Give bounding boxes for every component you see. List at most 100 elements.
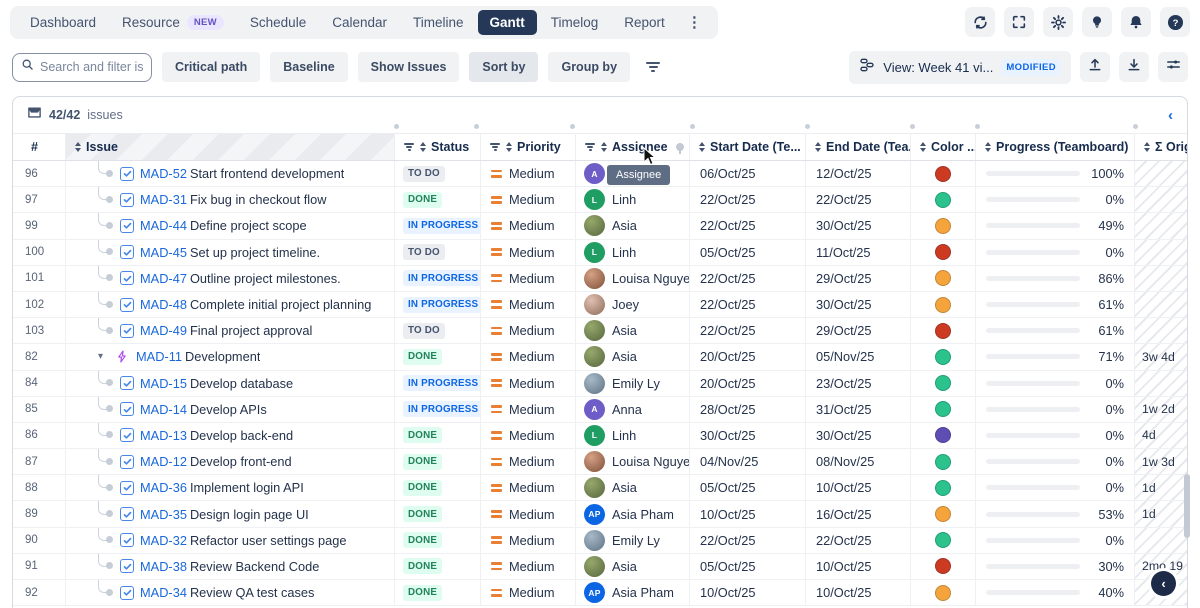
assignee-cell[interactable]: Emily Ly: [576, 371, 690, 396]
start-date-cell[interactable]: 06/Oct/25: [690, 161, 806, 186]
table-row[interactable]: 86MAD-13Develop back-endDONEMediumLLinh3…: [13, 423, 1187, 449]
issue-key-link[interactable]: MAD-15: [140, 376, 187, 391]
column-resize-handle[interactable]: [1133, 124, 1138, 129]
table-row[interactable]: 89MAD-35Design login page UIDONEMediumAP…: [13, 501, 1187, 527]
start-date-cell[interactable]: 22/Oct/25: [690, 292, 806, 317]
table-row[interactable]: 97MAD-31Fix bug in checkout flowDONEMedi…: [13, 187, 1187, 213]
color-cell[interactable]: [911, 449, 976, 474]
status-cell[interactable]: IN PROGRESS: [395, 292, 481, 317]
column-header-original-estimate[interactable]: Σ Origin: [1135, 134, 1187, 160]
color-cell[interactable]: [911, 501, 976, 526]
help-button[interactable]: ?: [1160, 7, 1190, 37]
start-date-cell[interactable]: 22/Oct/25: [690, 213, 806, 238]
status-cell[interactable]: DONE: [395, 528, 481, 553]
tab-resource[interactable]: ResourceNEW: [110, 10, 236, 35]
table-row[interactable]: 103MAD-49Final project approvalTO DOMedi…: [13, 318, 1187, 344]
end-date-cell[interactable]: 22/Oct/25: [806, 528, 911, 553]
show-issues-button[interactable]: Show Issues: [358, 52, 460, 82]
collapse-grid-button[interactable]: ‹: [1151, 571, 1176, 596]
status-cell[interactable]: DONE: [395, 187, 481, 212]
table-row[interactable]: 85MAD-14Develop APIsIN PROGRESSMediumAAn…: [13, 397, 1187, 423]
priority-cell[interactable]: Medium: [481, 554, 576, 579]
tab-calendar[interactable]: Calendar: [320, 10, 399, 35]
status-cell[interactable]: DONE: [395, 344, 481, 369]
start-date-cell[interactable]: 05/Oct/25: [690, 240, 806, 265]
assignee-cell[interactable]: Asia: [576, 213, 690, 238]
status-cell[interactable]: TO DO: [395, 161, 481, 186]
status-cell[interactable]: IN PROGRESS: [395, 213, 481, 238]
priority-cell[interactable]: Medium: [481, 161, 576, 186]
end-date-cell[interactable]: 10/Oct/25: [806, 554, 911, 579]
priority-cell[interactable]: Medium: [481, 449, 576, 474]
priority-cell[interactable]: Medium: [481, 266, 576, 291]
color-cell[interactable]: [911, 397, 976, 422]
column-header-start-date[interactable]: Start Date (Te...: [690, 134, 806, 160]
issue-cell[interactable]: MAD-32Refactor user settings page: [66, 528, 395, 553]
column-header-priority[interactable]: Priority: [481, 134, 576, 160]
fullscreen-button[interactable]: [1004, 7, 1034, 37]
priority-cell[interactable]: Medium: [481, 501, 576, 526]
status-cell[interactable]: DONE: [395, 554, 481, 579]
color-cell[interactable]: [911, 371, 976, 396]
progress-cell[interactable]: 61%: [976, 318, 1135, 343]
priority-cell[interactable]: Medium: [481, 292, 576, 317]
import-button[interactable]: [1119, 52, 1149, 82]
issue-key-link[interactable]: MAD-14: [140, 402, 187, 417]
sync-button[interactable]: [965, 7, 995, 37]
end-date-cell[interactable]: 12/Oct/25: [806, 161, 911, 186]
column-header-issue[interactable]: Issue: [66, 134, 395, 160]
overflow-menu-icon[interactable]: ⋮: [679, 11, 710, 33]
start-date-cell[interactable]: 20/Oct/25: [690, 344, 806, 369]
start-date-cell[interactable]: 05/Oct/25: [690, 475, 806, 500]
start-date-cell[interactable]: 22/Oct/25: [690, 528, 806, 553]
critical-path-button[interactable]: Critical path: [162, 52, 260, 82]
end-date-cell[interactable]: 29/Oct/25: [806, 318, 911, 343]
table-row[interactable]: 92MAD-34Review QA test casesDONEMediumAP…: [13, 580, 1187, 606]
search-box[interactable]: [12, 53, 152, 82]
status-cell[interactable]: DONE: [395, 449, 481, 474]
issue-key-link[interactable]: MAD-48: [140, 297, 187, 312]
tab-report[interactable]: Report: [612, 10, 677, 35]
issue-cell[interactable]: MAD-38Review Backend Code: [66, 554, 395, 579]
end-date-cell[interactable]: 11/Oct/25: [806, 240, 911, 265]
end-date-cell[interactable]: 22/Oct/25: [806, 187, 911, 212]
color-cell[interactable]: [911, 344, 976, 369]
table-row[interactable]: 91MAD-38Review Backend CodeDONEMediumAsi…: [13, 554, 1187, 580]
color-cell[interactable]: [911, 187, 976, 212]
end-date-cell[interactable]: 30/Oct/25: [806, 292, 911, 317]
assignee-cell[interactable]: Joey: [576, 292, 690, 317]
end-date-cell[interactable]: 10/Oct/25: [806, 475, 911, 500]
progress-cell[interactable]: 0%: [976, 475, 1135, 500]
table-row[interactable]: 87MAD-12Develop front-endDONEMediumLouis…: [13, 449, 1187, 475]
column-header-color[interactable]: Color ...: [911, 134, 976, 160]
column-resize-handle[interactable]: [910, 124, 915, 129]
table-row[interactable]: 88MAD-36Implement login APIDONEMediumAsi…: [13, 475, 1187, 501]
priority-cell[interactable]: Medium: [481, 397, 576, 422]
progress-cell[interactable]: 0%: [976, 528, 1135, 553]
hints-button[interactable]: [1082, 7, 1112, 37]
table-row[interactable]: 101MAD-47Outline project milestones.IN P…: [13, 266, 1187, 292]
priority-cell[interactable]: Medium: [481, 318, 576, 343]
color-cell[interactable]: [911, 318, 976, 343]
column-resize-handle[interactable]: [690, 124, 695, 129]
progress-cell[interactable]: 53%: [976, 501, 1135, 526]
issue-cell[interactable]: MAD-49Final project approval: [66, 318, 395, 343]
settings-button[interactable]: [1043, 7, 1073, 37]
tab-gantt[interactable]: Gantt: [478, 10, 537, 35]
priority-cell[interactable]: Medium: [481, 580, 576, 605]
assignee-cell[interactable]: LLinh: [576, 423, 690, 448]
progress-cell[interactable]: 86%: [976, 266, 1135, 291]
assignee-cell[interactable]: Louisa Nguyen: [576, 449, 690, 474]
assignee-cell[interactable]: LLinh: [576, 240, 690, 265]
issue-key-link[interactable]: MAD-36: [140, 480, 187, 495]
priority-cell[interactable]: Medium: [481, 344, 576, 369]
issue-cell[interactable]: MAD-36Implement login API: [66, 475, 395, 500]
table-row[interactable]: 96MAD-52Start frontend developmentTO DOM…: [13, 161, 1187, 187]
column-header-progress[interactable]: Progress (Teamboard): [976, 134, 1135, 160]
progress-cell[interactable]: 0%: [976, 423, 1135, 448]
end-date-cell[interactable]: 16/Oct/25: [806, 501, 911, 526]
assignee-cell[interactable]: AAnna: [576, 397, 690, 422]
issue-cell[interactable]: MAD-35Design login page UI: [66, 501, 395, 526]
end-date-cell[interactable]: 30/Oct/25: [806, 423, 911, 448]
status-cell[interactable]: DONE: [395, 501, 481, 526]
